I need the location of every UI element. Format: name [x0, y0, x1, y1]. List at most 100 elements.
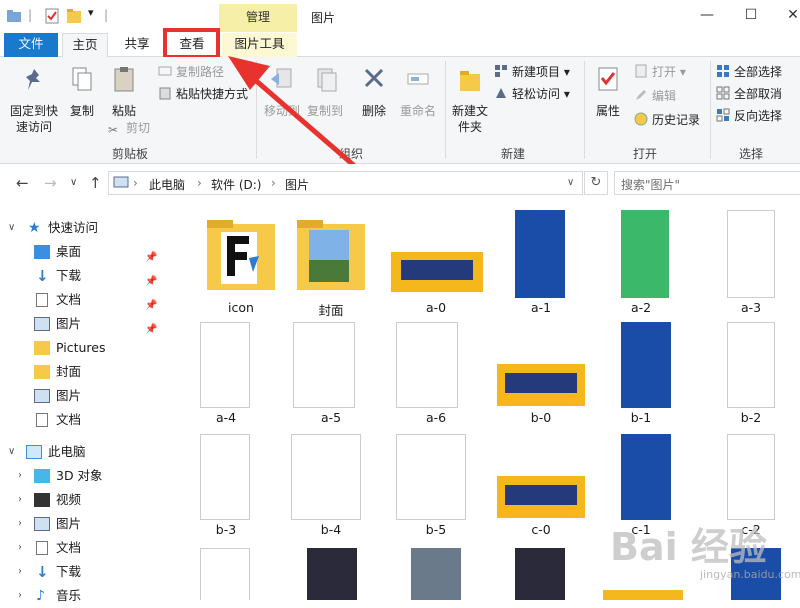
new-folder-icon[interactable] — [66, 8, 82, 24]
close-button[interactable]: ✕ — [784, 6, 800, 24]
star-icon: ★ — [28, 220, 41, 236]
folder-icon[interactable] — [6, 8, 22, 24]
file-item[interactable]: b-3 — [176, 432, 276, 542]
breadcrumb-this-pc[interactable]: 此电脑 — [149, 176, 185, 193]
qat-dropdown-icon[interactable]: ▾ — [88, 6, 94, 19]
up-arrow-icon[interactable]: ↑ — [89, 174, 102, 192]
paste-button[interactable]: 粘贴 — [104, 65, 144, 119]
image-thumbnail — [291, 434, 361, 520]
nav-quick-access[interactable]: ∨ ★ 快速访问 — [0, 216, 170, 240]
file-item[interactable]: a-0 — [386, 208, 486, 318]
copy-path-button[interactable]: 复制路径 — [158, 63, 224, 81]
nav-3d-objects[interactable]: › 3D 对象 — [0, 464, 170, 488]
back-arrow-icon[interactable]: ← — [16, 174, 29, 192]
file-label: 封面 — [318, 303, 344, 318]
nav-music[interactable]: › ♪ 音乐 — [0, 584, 170, 608]
file-item[interactable]: icon — [191, 208, 291, 318]
tab-share[interactable]: 共享 — [113, 33, 161, 57]
edit-button[interactable]: 编辑 — [634, 87, 676, 105]
select-none-button[interactable]: 全部取消 — [716, 85, 782, 103]
refresh-icon[interactable]: ↻ — [584, 171, 608, 195]
breadcrumb-drive-d[interactable]: 软件 (D:) — [211, 176, 261, 193]
file-item[interactable]: a-1 — [491, 208, 591, 318]
address-bar[interactable]: › 此电脑 › 软件 (D:) › 图片 ∨ — [108, 171, 583, 195]
file-item[interactable]: a-5 — [281, 320, 381, 430]
open-button[interactable]: 打开 ▾ — [634, 63, 686, 81]
nav-pc-documents[interactable]: › 文档 — [0, 536, 170, 560]
file-item[interactable]: a-4 — [176, 320, 276, 430]
file-label: c-0 — [531, 522, 551, 537]
nav-pictures-2[interactable]: 图片 — [0, 384, 170, 408]
image-thumbnail — [200, 548, 250, 600]
nav-videos[interactable]: › 视频 — [0, 488, 170, 512]
pc-icon — [113, 176, 129, 188]
address-dropdown-icon[interactable]: ∨ — [567, 177, 574, 188]
tab-home[interactable]: 主页 — [62, 33, 108, 58]
maximize-button[interactable]: ☐ — [742, 6, 760, 24]
nav-cover[interactable]: 封面 — [0, 360, 170, 384]
navigation-pane: ∨ ★ 快速访问 桌面 📌 ↓ 下载 📌 文档 📌 图片 📌 Pictures 封面 图… — [0, 202, 170, 604]
select-none-icon — [716, 86, 730, 100]
copy-to-button[interactable]: 复制到 — [304, 65, 346, 119]
pictures-icon — [34, 389, 50, 403]
video-icon — [34, 493, 50, 507]
image-thumbnail — [621, 210, 669, 298]
nav-pc-downloads[interactable]: › ↓ 下载 — [0, 560, 170, 584]
minimize-button[interactable]: — — [698, 6, 716, 24]
nav-this-pc[interactable]: ∨ 此电脑 — [0, 440, 170, 464]
easy-access-button[interactable]: 轻松访问 ▾ — [494, 85, 570, 103]
paste-shortcut-button[interactable]: 粘贴快捷方式 — [158, 85, 248, 103]
file-label: b-5 — [425, 522, 447, 537]
watermark-logo: Bai 经验 — [610, 525, 767, 569]
file-label: a-0 — [425, 300, 447, 315]
image-thumbnail — [621, 434, 671, 520]
new-folder-button[interactable]: 新建文件夹 — [450, 65, 490, 135]
rename-button[interactable]: 重命名 — [396, 65, 440, 119]
pin-quick-access-button[interactable]: 固定到快速访问 — [6, 65, 62, 135]
file-item[interactable]: b-0 — [491, 320, 591, 430]
title-bar: | ▾ | 管理 图片 — ☐ ✕ — [0, 0, 800, 33]
nav-pc-pictures[interactable]: › 图片 — [0, 512, 170, 536]
tab-picture-tools[interactable]: 图片工具 — [222, 33, 297, 57]
search-input[interactable]: 搜索"图片" — [614, 171, 800, 195]
nav-pictures-en[interactable]: Pictures — [0, 336, 170, 360]
recent-dropdown-icon[interactable]: ∨ — [70, 177, 77, 188]
nav-documents[interactable]: 文档 📌 — [0, 288, 170, 312]
file-item[interactable]: b-4 — [281, 432, 381, 542]
move-to-button[interactable]: 移动到 — [262, 65, 302, 119]
ribbon: 固定到快速访问 复制 粘贴 复制路径 粘贴快捷方式 ✂ 剪切 剪贴板 移动到 复制… — [0, 57, 800, 164]
folder-icon — [34, 341, 50, 355]
file-item[interactable]: a-2 — [591, 208, 691, 318]
file-item[interactable]: a-6 — [386, 320, 486, 430]
clipboard-group-label: 剪贴板 — [111, 147, 148, 161]
tab-file[interactable]: 文件 — [4, 33, 58, 57]
copy-button[interactable]: 复制 — [64, 65, 100, 119]
image-thumbnail — [727, 210, 775, 298]
new-item-icon — [495, 65, 507, 77]
cut-button[interactable]: ✂ 剪切 — [108, 119, 150, 137]
nav-documents-2[interactable]: 文档 — [0, 408, 170, 432]
history-button[interactable]: 历史记录 — [634, 111, 700, 129]
delete-button[interactable]: 删除 — [356, 65, 392, 119]
ribbon-separator — [710, 61, 711, 159]
history-icon — [634, 112, 648, 126]
file-item[interactable]: a-3 — [701, 208, 800, 318]
file-item[interactable]: 封面 — [281, 208, 381, 318]
file-item[interactable]: b-2 — [701, 320, 800, 430]
tab-manage[interactable]: 管理 — [219, 4, 297, 32]
properties-button[interactable]: 属性 — [590, 65, 626, 119]
properties-icon — [598, 67, 618, 91]
nav-desktop[interactable]: 桌面 📌 — [0, 240, 170, 264]
breadcrumb-pictures[interactable]: 图片 — [285, 176, 309, 193]
select-all-button[interactable]: 全部选择 — [716, 63, 782, 81]
properties-icon[interactable] — [44, 8, 60, 24]
nav-pictures[interactable]: 图片 📌 — [0, 312, 170, 336]
file-item[interactable]: c-0 — [491, 432, 591, 542]
file-item[interactable]: b-5 — [386, 432, 486, 542]
invert-selection-button[interactable]: 反向选择 — [716, 107, 782, 125]
pc-icon — [26, 445, 42, 459]
new-item-button[interactable]: 新建项目 ▾ — [494, 63, 570, 81]
file-item[interactable]: b-1 — [591, 320, 691, 430]
nav-downloads[interactable]: ↓ 下载 📌 — [0, 264, 170, 288]
forward-arrow-icon[interactable]: → — [44, 174, 57, 192]
